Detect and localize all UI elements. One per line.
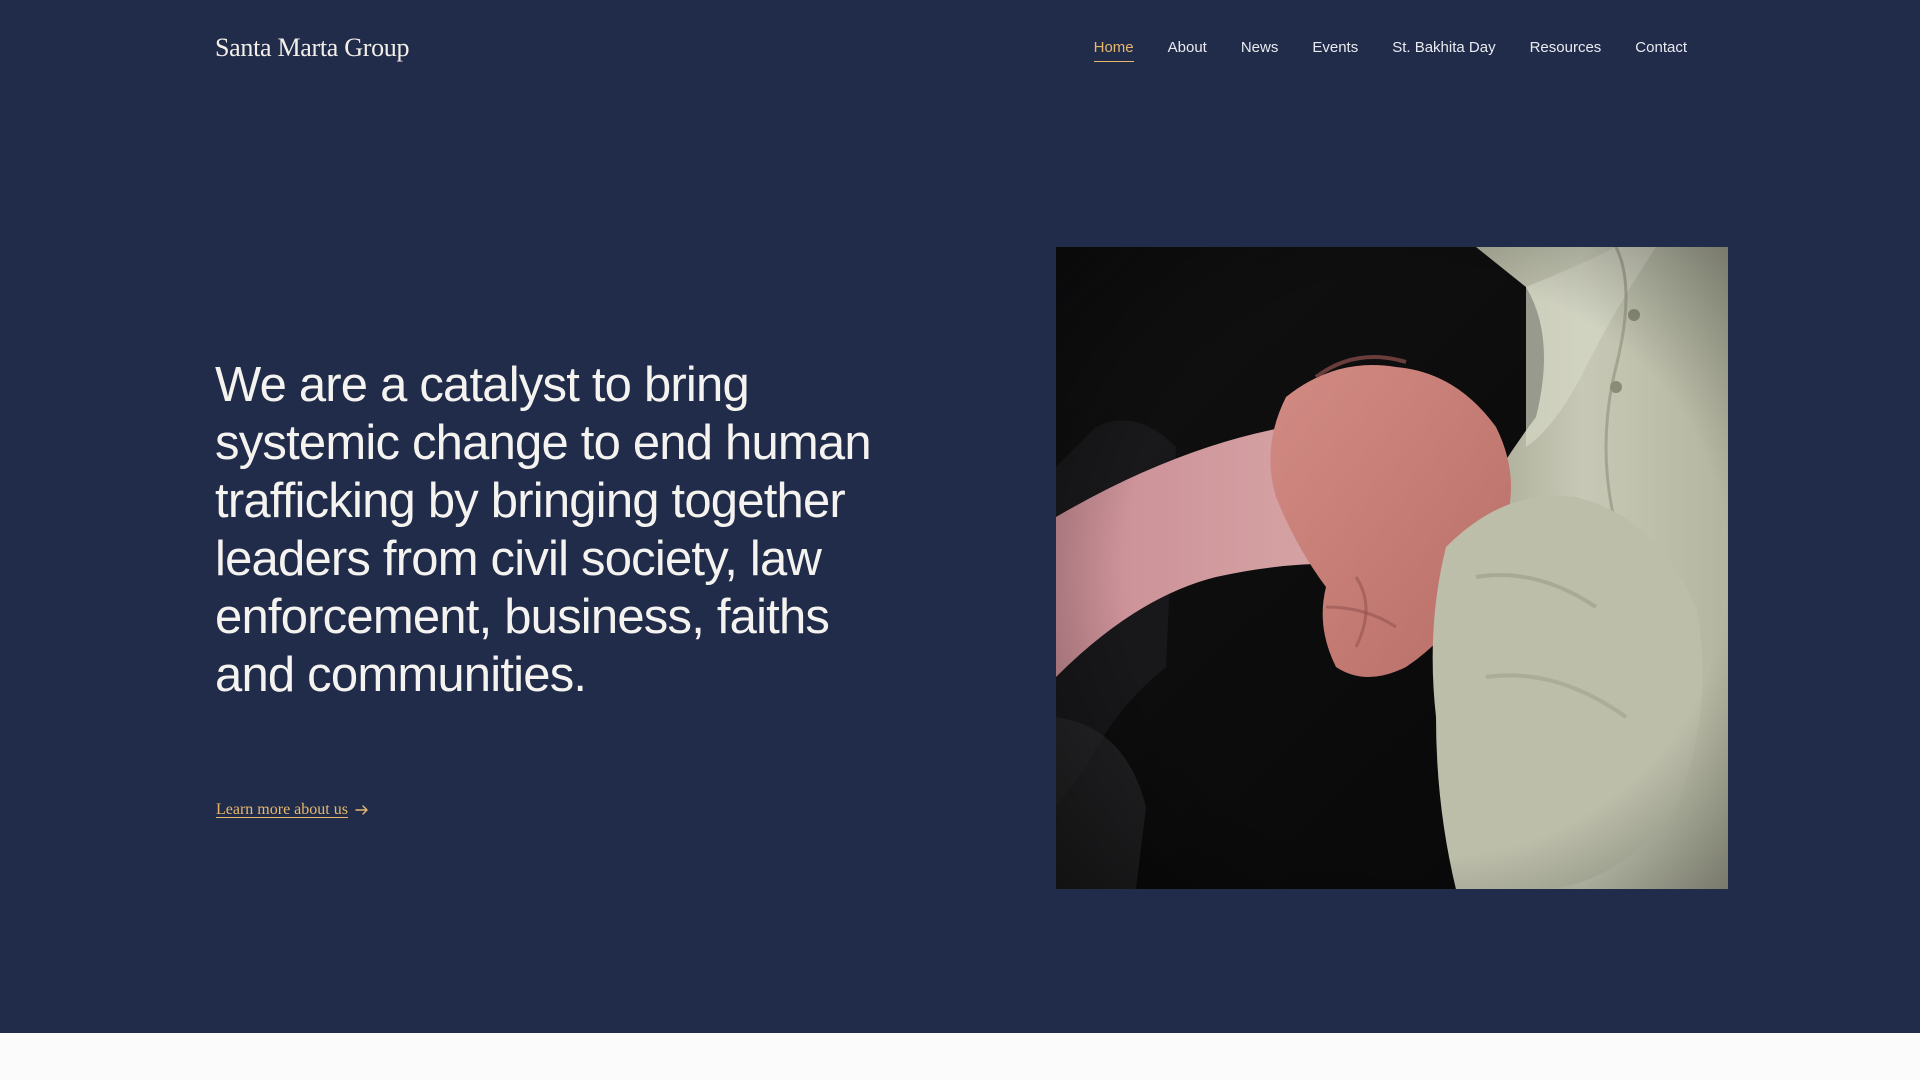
nav-item-resources[interactable]: Resources [1530,39,1602,62]
hero-image-clasped-hands [1056,247,1728,889]
lower-section [0,1033,1920,1080]
nav-item-events[interactable]: Events [1312,39,1358,62]
nav-item-about[interactable]: About [1168,39,1207,62]
learn-more-link[interactable]: Learn more about us [216,801,370,819]
nav-item-news[interactable]: News [1241,39,1279,62]
site-header: Santa Marta Group Home About News Events… [0,0,1920,100]
nav-item-home[interactable]: Home [1093,39,1134,62]
arrow-right-icon [354,802,370,818]
page: Santa Marta Group Home About News Events… [0,0,1920,1080]
nav-item-contact[interactable]: Contact [1635,39,1687,62]
hero-headline: We are a catalyst to bring systemic chan… [215,358,872,702]
main-nav: Home About News Events St. Bakhita Day R… [1093,39,1687,62]
nav-item-st-bakhita-day[interactable]: St. Bakhita Day [1392,39,1495,62]
learn-more-label: Learn more about us [216,801,348,818]
site-logo[interactable]: Santa Marta Group [215,33,409,63]
